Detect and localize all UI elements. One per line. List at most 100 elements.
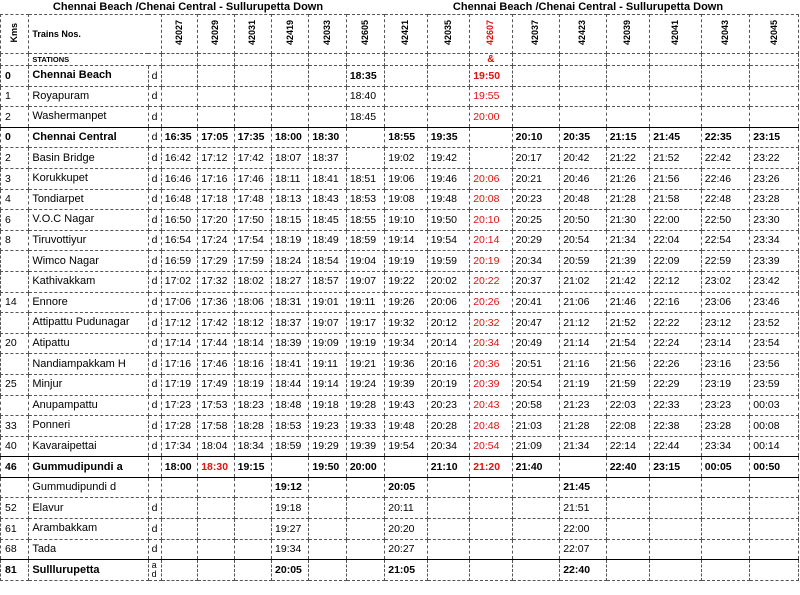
time-cell: 21:39 bbox=[605, 250, 651, 272]
time-cell: 20:49 bbox=[511, 332, 561, 355]
time-cell: 17:12 bbox=[160, 312, 199, 334]
km-cell: 40 bbox=[0, 435, 30, 458]
timetable-row: 2 Basin Bridge d 16:42 17:12 17:42 18:07 18:37 1… bbox=[0, 147, 799, 169]
time-cell: 17:28 bbox=[160, 415, 199, 437]
kms-header-cell: Kms bbox=[0, 14, 30, 54]
km-cell bbox=[0, 270, 30, 293]
time-cell: 21:51 bbox=[559, 497, 607, 520]
time-cell: 19:11 bbox=[308, 353, 347, 375]
time-cell: 19:50 bbox=[469, 65, 513, 87]
time-cell: 22:08 bbox=[605, 415, 651, 437]
time-cell: 18:00 bbox=[271, 126, 310, 149]
train-number: 42033 bbox=[322, 20, 333, 46]
time-cell: 21:40 bbox=[511, 456, 561, 478]
time-cell bbox=[469, 559, 513, 581]
time-cell bbox=[197, 85, 235, 108]
time-cell: 21:10 bbox=[426, 456, 471, 478]
arr-dep-cell: d bbox=[147, 229, 162, 252]
time-cell: 23:28 bbox=[749, 188, 799, 211]
time-cell: 18:40 bbox=[345, 85, 386, 108]
time-cell bbox=[700, 106, 751, 128]
time-cell: 18:27 bbox=[271, 270, 310, 293]
time-cell bbox=[749, 518, 799, 540]
time-cell: 19:01 bbox=[308, 291, 347, 314]
arr-dep-cell: d bbox=[147, 291, 162, 314]
time-cell: 16:59 bbox=[160, 250, 199, 272]
time-cell: 23:16 bbox=[700, 353, 751, 375]
stations-blank-cell bbox=[197, 53, 235, 66]
time-cell: 23:30 bbox=[749, 209, 799, 231]
time-cell bbox=[749, 85, 799, 108]
time-cell: 18:00 bbox=[160, 456, 199, 478]
station-name: Arambakkam bbox=[28, 518, 149, 540]
time-cell: 19:32 bbox=[384, 312, 428, 334]
time-cell: 00:14 bbox=[749, 435, 799, 458]
time-cell: 20:34 bbox=[426, 435, 471, 458]
km-cell: 52 bbox=[0, 497, 30, 520]
station-name: Atipattu bbox=[28, 332, 149, 355]
time-cell: 19:46 bbox=[426, 167, 471, 190]
time-cell: 16:46 bbox=[160, 167, 199, 190]
stations-blank-cell bbox=[749, 53, 799, 66]
time-cell: 19:19 bbox=[345, 332, 386, 355]
time-cell: 19:14 bbox=[308, 373, 347, 396]
train-number-cell: 42029 bbox=[197, 14, 235, 54]
arr-dep-cell bbox=[147, 456, 162, 478]
time-cell: 19:14 bbox=[384, 229, 428, 252]
timetable-row: 33 Ponneri d 17:28 17:58 18:28 18:53 19:23 19:33… bbox=[0, 415, 799, 437]
time-cell bbox=[426, 518, 471, 540]
km-cell bbox=[0, 394, 30, 417]
time-cell: 22:48 bbox=[700, 188, 751, 211]
time-cell: 19:02 bbox=[384, 147, 428, 169]
time-cell bbox=[233, 106, 273, 128]
km-cell: 1 bbox=[0, 85, 30, 108]
timetable-row: 61 Arambakkam d 19:27 20:20 22:00 bbox=[0, 518, 799, 540]
time-cell bbox=[605, 106, 651, 128]
time-cell bbox=[271, 65, 310, 87]
time-cell bbox=[426, 106, 471, 128]
time-cell: 17:18 bbox=[197, 188, 235, 211]
time-cell: 20:34 bbox=[469, 332, 513, 355]
time-cell: 22:33 bbox=[649, 394, 702, 417]
arr-dep-cell: d bbox=[147, 518, 162, 540]
timetable-row: 2 Washermanpet d 18:45 20:00 bbox=[0, 106, 799, 128]
time-cell: 22:16 bbox=[649, 291, 702, 314]
km-cell bbox=[0, 250, 30, 272]
time-cell: 23:12 bbox=[700, 312, 751, 334]
time-cell: 23:28 bbox=[700, 415, 751, 437]
time-cell bbox=[233, 497, 273, 520]
time-cell: 19:28 bbox=[345, 394, 386, 417]
time-cell: 19:18 bbox=[271, 497, 310, 520]
time-cell: 19:11 bbox=[345, 291, 386, 314]
stations-blank-cell bbox=[511, 53, 561, 66]
time-cell: 19:29 bbox=[308, 435, 347, 458]
train-number: 42605 bbox=[360, 20, 371, 46]
time-cell bbox=[426, 538, 471, 561]
time-cell: 20:23 bbox=[511, 188, 561, 211]
time-cell bbox=[469, 538, 513, 561]
time-cell: 20:48 bbox=[469, 415, 513, 437]
time-cell: 21:46 bbox=[605, 291, 651, 314]
trains-label: Trains Nos. bbox=[28, 14, 162, 54]
time-cell bbox=[469, 497, 513, 520]
time-cell bbox=[160, 559, 199, 581]
timetable-row: 1 Royapuram d 18:40 19:55 bbox=[0, 85, 799, 108]
time-cell: 23:34 bbox=[700, 435, 751, 458]
time-cell bbox=[605, 65, 651, 87]
time-cell bbox=[426, 559, 471, 581]
time-cell: 19:07 bbox=[308, 312, 347, 334]
time-cell: 17:06 bbox=[160, 291, 199, 314]
train-number-cell: 42419 bbox=[271, 14, 310, 54]
time-cell: 17:34 bbox=[160, 435, 199, 458]
time-cell: 20:00 bbox=[469, 106, 513, 128]
time-cell: 19:33 bbox=[345, 415, 386, 437]
timetable-row: 40 Kavaraipettai d 17:34 18:04 18:34 18:59 19:2… bbox=[0, 435, 799, 458]
time-cell bbox=[649, 518, 702, 540]
time-cell: 23:54 bbox=[749, 332, 799, 355]
stations-blank-cell bbox=[384, 53, 428, 66]
stations-blank-cell bbox=[605, 53, 651, 66]
arr-dep-cell: d bbox=[147, 332, 162, 355]
km-cell: 81 bbox=[0, 559, 30, 581]
train-number-cell: 42605 bbox=[345, 14, 386, 54]
km-cell: 2 bbox=[0, 106, 30, 128]
